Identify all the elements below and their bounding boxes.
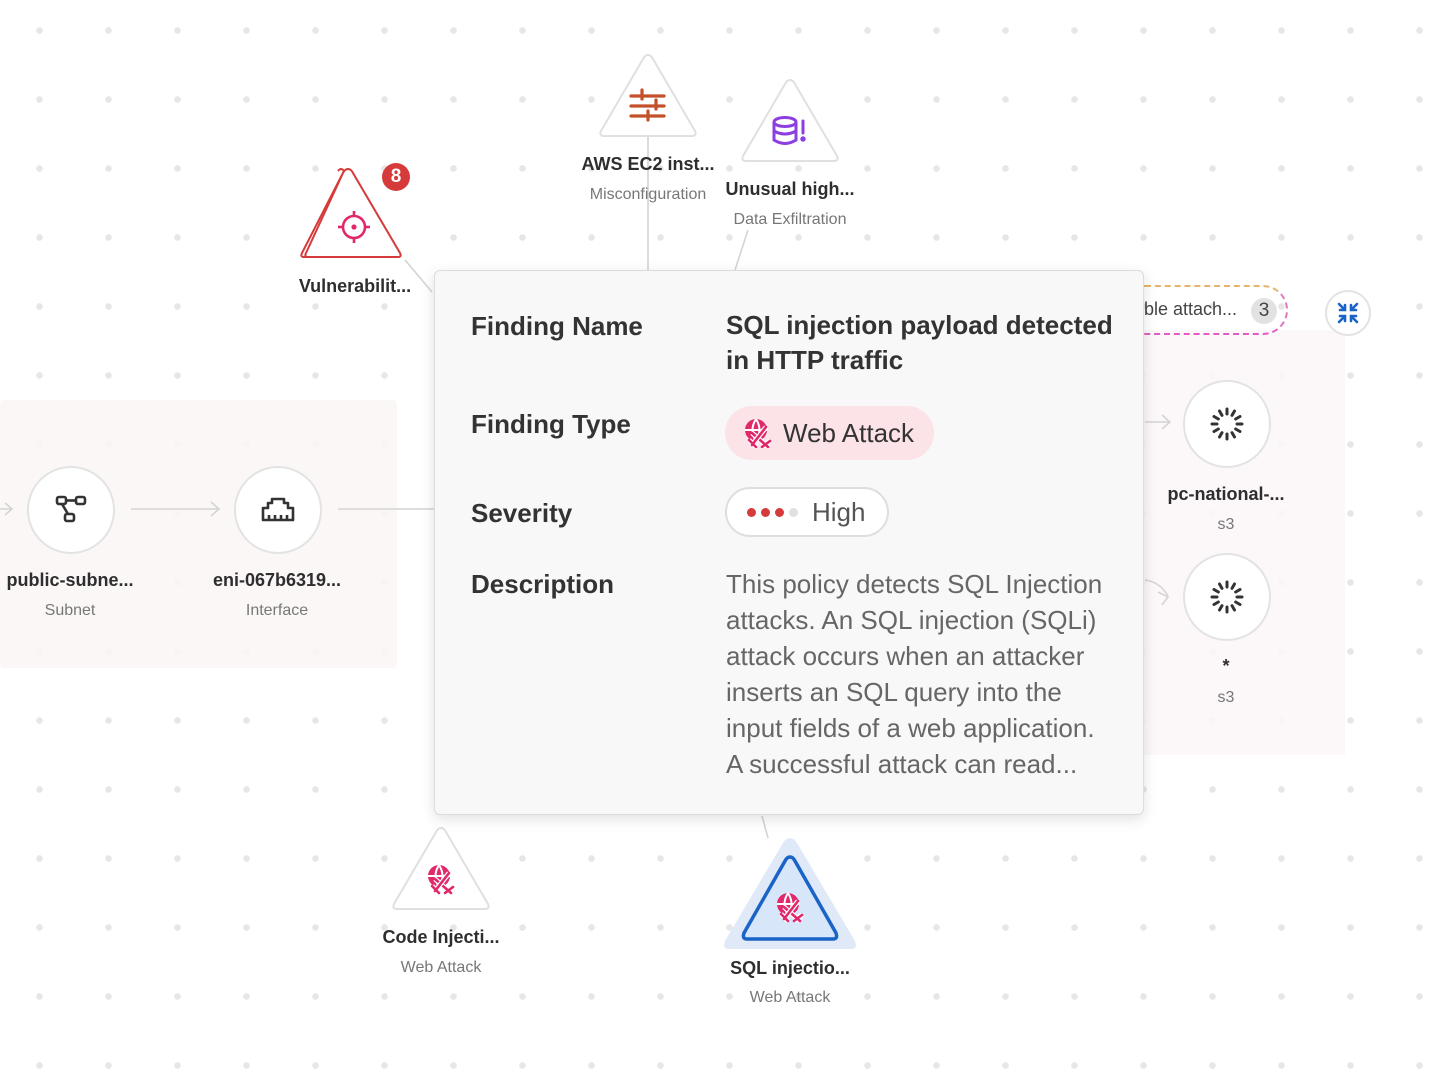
edge-unusual-high [734, 229, 749, 271]
node-title: AWS EC2 inst... [581, 154, 715, 174]
finding-type-badge: Web Attack [725, 406, 935, 460]
node-title: public-subne... [6, 570, 134, 590]
node-subtitle: Web Attack [749, 989, 831, 1006]
web-attack-icon [745, 418, 772, 448]
node-title: Vulnerabilit... [298, 276, 412, 296]
collapse-group-button[interactable] [1325, 290, 1371, 336]
node-circle [27, 466, 115, 554]
node-title: pc-national-... [1167, 484, 1285, 504]
node-subtitle: s3 [1217, 689, 1235, 706]
severity-dot [789, 507, 798, 517]
node-subtitle: Web Attack [400, 959, 482, 976]
network-nodes-icon [55, 495, 87, 523]
node-circle [1183, 553, 1271, 641]
chip-label: ble attach... [1144, 299, 1238, 319]
node-circle [1183, 380, 1271, 468]
collapse-arrows-icon [1337, 302, 1359, 324]
severity-dot [761, 507, 770, 517]
count-badge: 8 [382, 163, 410, 191]
loading-spinner-icon [1210, 580, 1244, 614]
severity-dot [747, 507, 756, 517]
finding-details-popover: Finding Name SQL injection payload detec… [434, 270, 1144, 815]
node-subtitle: Interface [245, 602, 309, 619]
node-subtitle: Data Exfiltration [733, 211, 847, 228]
chip-count-badge: 3 [1251, 298, 1277, 324]
sliders-icon [629, 88, 666, 122]
node-title: SQL injectio... [730, 958, 850, 978]
node-title: Unusual high... [725, 179, 855, 199]
selected-triangle-node-shape [724, 838, 856, 949]
description-label: Description [471, 569, 615, 599]
node-title: * [1222, 656, 1230, 676]
edge-to-pc-national [1145, 414, 1172, 430]
loading-spinner-icon [1210, 407, 1244, 441]
finding-type-value: Web Attack [783, 417, 915, 448]
node-title: Code Injecti... [382, 927, 500, 947]
node-title: eni-067b6319... [212, 570, 342, 590]
finding-type-label: Finding Type [471, 409, 631, 439]
triangle-node-shape [599, 53, 697, 137]
edge-to-s3-wildcard [1144, 579, 1170, 606]
edge-subnet-to-eni [131, 501, 221, 517]
severity-badge: High [725, 487, 890, 537]
ethernet-port-icon [261, 497, 295, 522]
triangle-node-shape [392, 826, 490, 910]
node-subtitle: Misconfiguration [589, 186, 707, 203]
triangle-node-shape [741, 78, 839, 162]
node-subtitle: Subnet [44, 602, 96, 619]
grouped-nodes-chip[interactable]: ble attach... 3 [1120, 285, 1288, 335]
severity-dot [775, 507, 784, 517]
severity-value: High [812, 496, 866, 527]
node-subtitle: s3 [1217, 516, 1235, 533]
edge-left-to-subnet [0, 502, 14, 516]
severity-level-indicator [747, 507, 798, 517]
node-circle [234, 466, 322, 554]
finding-name-value: SQL injection payload detected in HTTP t… [726, 310, 1113, 375]
severity-label: Severity [471, 498, 573, 528]
description-value: This policy detects SQL Injection attack… [726, 569, 1103, 779]
finding-name-label: Finding Name [471, 311, 643, 341]
